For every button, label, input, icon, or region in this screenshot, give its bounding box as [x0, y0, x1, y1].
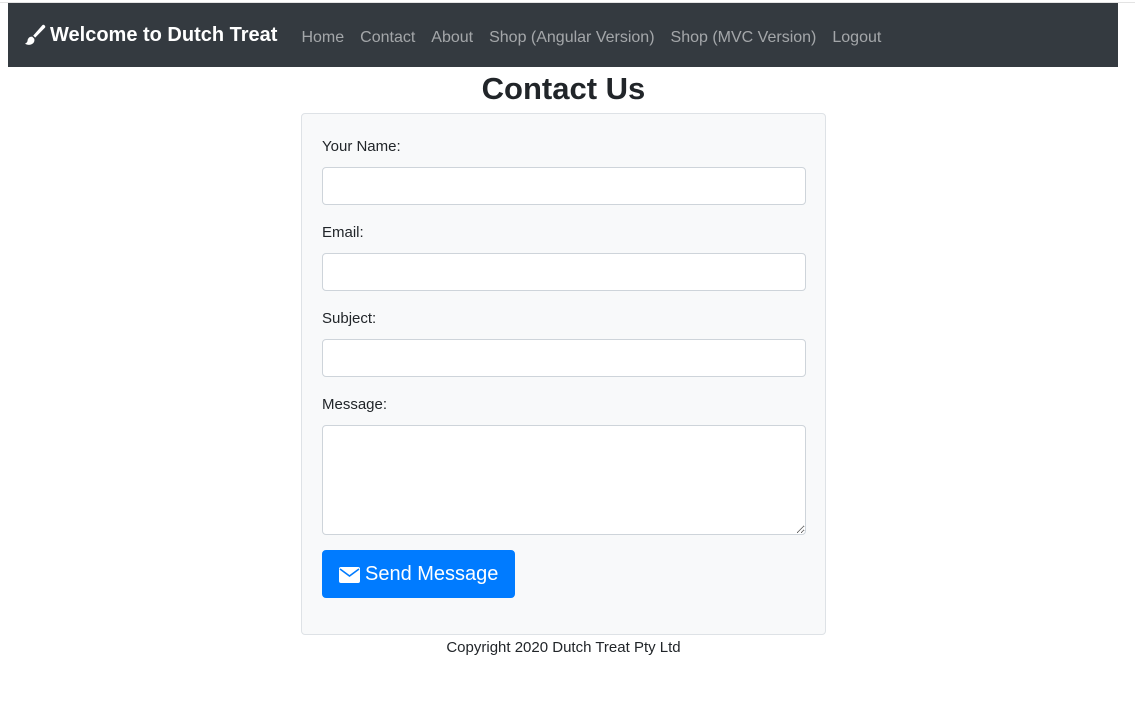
- nav-links: Home Contact About Shop (Angular Version…: [293, 29, 889, 47]
- email-input[interactable]: [322, 253, 806, 291]
- name-input[interactable]: [322, 167, 806, 205]
- name-label: Your Name:: [322, 138, 401, 155]
- name-form-group: Your Name:: [322, 137, 806, 205]
- message-label: Message:: [322, 396, 388, 413]
- message-form-group: Message:: [322, 395, 806, 535]
- nav-link-shop-angular[interactable]: Shop (Angular Version): [481, 29, 662, 47]
- send-message-label: Send Message: [365, 562, 499, 585]
- paint-brush-icon: [24, 24, 46, 46]
- send-message-button[interactable]: Send Message: [322, 550, 516, 598]
- top-navbar: Welcome to Dutch Treat Home Contact Abou…: [8, 3, 1118, 67]
- page-title: Contact Us: [481, 71, 646, 106]
- email-form-group: Email:: [322, 223, 806, 291]
- brand-label: Welcome to Dutch Treat: [50, 23, 278, 46]
- footer-copyright: Copyright 2020 Dutch Treat Pty Ltd: [446, 639, 681, 656]
- nav-link-about[interactable]: About: [423, 29, 481, 47]
- email-label: Email:: [322, 224, 364, 241]
- nav-link-contact[interactable]: Contact: [352, 29, 423, 47]
- subject-input[interactable]: [322, 339, 806, 377]
- subject-label: Subject:: [322, 310, 377, 327]
- contact-form: Your Name: Email: Subject: Message: Send…: [301, 113, 826, 635]
- envelope-icon: [339, 566, 360, 583]
- nav-link-logout[interactable]: Logout: [824, 29, 889, 47]
- subject-form-group: Subject:: [322, 309, 806, 377]
- message-textarea[interactable]: [322, 425, 806, 535]
- page: Welcome to Dutch Treat Home Contact Abou…: [0, 0, 1135, 705]
- nav-link-shop-mvc[interactable]: Shop (MVC Version): [663, 29, 825, 47]
- brand-link[interactable]: Welcome to Dutch Treat: [24, 24, 277, 47]
- nav-link-home[interactable]: Home: [293, 29, 352, 47]
